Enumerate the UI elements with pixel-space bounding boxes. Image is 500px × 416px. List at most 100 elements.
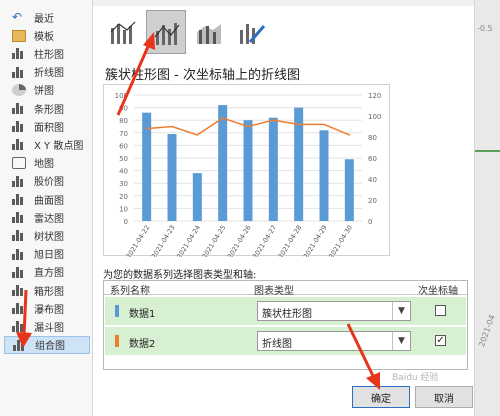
sidebar-item-map-chart[interactable]: 地图 (4, 154, 90, 172)
sidebar-item-combo-chart[interactable]: 组合图 (4, 335, 90, 354)
y2-tick-label: 60 (368, 155, 377, 163)
map-chart-icon (12, 157, 26, 170)
secondary-axis-checkbox-series-1[interactable] (435, 305, 446, 316)
chevron-down-icon[interactable]: ▼ (392, 302, 410, 320)
template-folder-icon (12, 29, 26, 42)
radar-chart-icon (12, 211, 26, 224)
ok-button[interactable]: 确定 (352, 386, 410, 408)
scatter-chart-icon (12, 138, 26, 151)
histogram-chart-icon (12, 266, 26, 278)
sidebar-item-funnel-chart[interactable]: 漏斗图 (4, 317, 90, 335)
sidebar-item-line-chart[interactable]: 折线图 (4, 63, 90, 81)
chart-preview: 0 10 20 30 40 50 60 70 80 90 100 0 20 40 60 80 100 120 202… (103, 84, 390, 257)
sidebar-item-scatter-chart[interactable]: X Y 散点图 (4, 135, 90, 153)
cancel-button[interactable]: 取消 (415, 386, 473, 408)
line-point (247, 125, 249, 128)
sidebar-item-radar-chart[interactable]: 雷达图 (4, 208, 90, 226)
bar (243, 120, 253, 221)
combo-type-clustered-column-line[interactable] (103, 10, 143, 54)
sidebar-item-label: 模板 (34, 31, 54, 43)
y-tick-label: 30 (119, 180, 128, 188)
sidebar-item-template-folder[interactable]: 模板 (4, 26, 90, 44)
series-name: 数据1 (129, 309, 156, 320)
sidebar-item-waterfall-chart[interactable]: 瀑布图 (4, 299, 90, 317)
clustered-column-line-icon (110, 21, 136, 44)
sidebar-item-boxplot-chart[interactable]: 箱形图 (4, 281, 90, 299)
y2-tick-label: 20 (368, 197, 377, 205)
stock-chart-icon (12, 175, 26, 187)
x-tick-label: 2021-04-23 (150, 224, 177, 257)
line-point (221, 117, 224, 119)
x-tick-label: 2021-04-30 (327, 224, 354, 257)
bar (192, 173, 202, 221)
sidebar-item-label: 直方图 (34, 268, 64, 280)
sidebar-item-stock-chart[interactable]: 股价图 (4, 172, 90, 190)
line-point (196, 134, 199, 136)
x-tick-label: 2021-04-27 (251, 224, 278, 257)
x-tick-label: 2021-04-24 (175, 224, 202, 257)
sidebar-item-histogram-chart[interactable]: 直方图 (4, 263, 90, 281)
sidebar-item-treemap-chart[interactable]: 树状图 (4, 226, 90, 244)
header-secondary-axis: 次坐标轴 (418, 286, 458, 297)
series-name: 数据2 (129, 339, 156, 350)
combo-type-custom[interactable] (232, 10, 272, 54)
y2-tick-label: 40 (368, 176, 377, 184)
sidebar-item-label: X Y 散点图 (34, 140, 84, 152)
sidebar-item-label: 曲面图 (34, 195, 64, 207)
column-chart-icon (12, 47, 26, 60)
chart-type-value: 簇状柱形图 (262, 309, 312, 320)
chevron-down-icon[interactable]: ▼ (392, 332, 410, 350)
series-prompt: 为您的数据系列选择图表类型和轴: (103, 270, 257, 281)
sidebar-item-label: 组合图 (35, 341, 65, 353)
bar-chart-icon (12, 102, 26, 114)
sidebar-item-column-chart[interactable]: 柱形图 (4, 44, 90, 62)
chart-type-value: 折线图 (262, 339, 292, 350)
sidebar-item-label: 面积图 (34, 122, 64, 134)
combo-type-secondary-axis-line[interactable] (146, 10, 186, 54)
sidebar-item-label: 雷达图 (34, 213, 64, 225)
chart-type-select-series-2[interactable]: 折线图 ▼ (257, 331, 411, 351)
combo-chart-preview: 0 10 20 30 40 50 60 70 80 90 100 0 20 40 60 80 100 120 202… (115, 92, 382, 257)
series-color-swatch (115, 335, 119, 347)
sidebar-item-label: 瀑布图 (34, 304, 64, 316)
selection-border (475, 150, 500, 152)
line-point (348, 134, 351, 136)
sidebar-item-label: 旭日图 (34, 250, 64, 262)
sidebar-item-recent[interactable]: ↶ 最近 (4, 8, 90, 26)
bar (344, 159, 354, 221)
pie-chart-icon (12, 83, 26, 96)
y-tick-label: 90 (119, 105, 128, 113)
x-tick-label: 2021-04-29 (302, 224, 329, 257)
y-tick-label: 100 (115, 92, 128, 100)
bar (268, 117, 278, 221)
surface-chart-icon (12, 193, 26, 205)
background-spreadsheet-strip: -0.5 2021-04 (474, 0, 500, 416)
header-series-name: 系列名称 (110, 286, 150, 297)
sidebar-item-area-chart[interactable]: 面积图 (4, 117, 90, 135)
boxplot-chart-icon (12, 284, 26, 296)
watermark: Baidu 经验 (392, 373, 439, 383)
secondary-axis-checkbox-series-2[interactable]: ✓ (435, 335, 446, 346)
line-chart-icon (12, 66, 26, 78)
sidebar-item-pie-chart[interactable]: 饼图 (4, 81, 90, 99)
chart-type-select-series-1[interactable]: 簇状柱形图 ▼ (257, 301, 411, 321)
line-point (323, 123, 325, 126)
sidebar-item-sunburst-chart[interactable]: 旭日图 (4, 245, 90, 263)
area-chart-icon (12, 120, 26, 133)
sidebar-item-label: 箱形图 (34, 286, 64, 298)
bar (167, 134, 177, 221)
custom-combination-icon (240, 24, 266, 44)
x-tick-label: 2021-04-28 (277, 224, 304, 257)
sidebar-item-bar-chart[interactable]: 条形图 (4, 99, 90, 117)
sidebar-item-surface-chart[interactable]: 曲面图 (4, 190, 90, 208)
sidebar-item-label: 柱形图 (34, 49, 64, 61)
bar (319, 130, 329, 221)
y2-tick-label: 100 (368, 113, 381, 121)
y2-tick-label: 80 (368, 134, 377, 142)
sidebar-item-label: 条形图 (34, 104, 64, 116)
sidebar-item-label: 饼图 (34, 86, 54, 98)
sidebar-item-label: 树状图 (34, 231, 64, 243)
sidebar-item-label: 最近 (34, 13, 54, 25)
treemap-chart-icon (12, 229, 26, 242)
combo-type-stacked-area-column[interactable] (189, 10, 229, 54)
